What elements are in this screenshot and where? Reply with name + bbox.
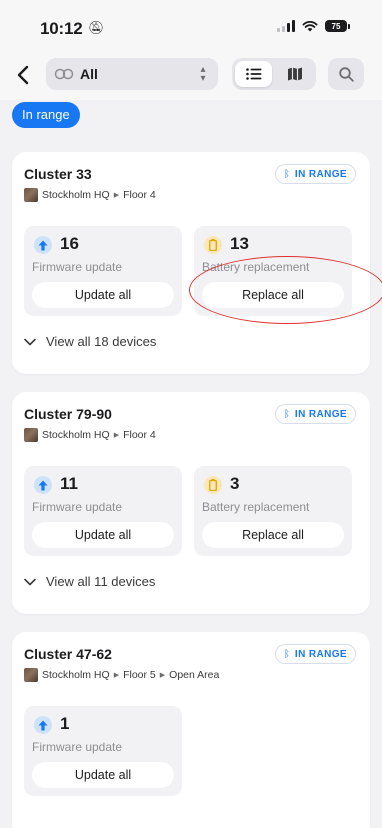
chevron-down-icon <box>24 578 36 585</box>
filter-select[interactable]: All ▴ ▾ <box>46 58 218 90</box>
firmware-label: Firmware update <box>32 740 123 754</box>
battery-tile: 13 Battery replacement Replace all <box>194 226 352 316</box>
search-button[interactable] <box>328 58 364 90</box>
replace-all-button[interactable]: Replace all <box>202 282 344 308</box>
site-thumbnail <box>24 428 38 442</box>
cluster-card: Cluster 33 ᛒ IN RANGE Stockholm HQ ▶ Flo… <box>12 152 370 374</box>
update-all-button[interactable]: Update all <box>32 282 174 308</box>
cluster-card: Cluster 47-62 ᛒ IN RANGE Stockholm HQ ▶ … <box>12 632 370 828</box>
badge-label: IN RANGE <box>294 168 347 180</box>
firmware-count: 1 <box>60 714 70 733</box>
chevron-left-icon <box>17 65 29 85</box>
update-all-button[interactable]: Update all <box>32 522 174 548</box>
firmware-label: Firmware update <box>32 500 123 514</box>
badge-label: IN RANGE <box>294 408 347 420</box>
battery-icon: 75 <box>325 20 350 32</box>
replace-all-button[interactable]: Replace all <box>202 522 344 548</box>
status-bar: 10:12 🔕︎ 75 <box>0 0 382 50</box>
chevron-up-down-icon: ▴ ▾ <box>200 64 206 84</box>
breadcrumb-separator-icon: ▶ <box>113 192 120 199</box>
nav-bar: All ▴ ▾ <box>0 50 382 100</box>
breadcrumb-site: Stockholm HQ <box>42 189 110 201</box>
devices-link-icon <box>54 68 74 80</box>
breadcrumb-area: Open Area <box>169 669 220 681</box>
breadcrumb-floor: Floor 4 <box>123 189 156 201</box>
breadcrumb-floor: Floor 4 <box>123 429 156 441</box>
arrow-up-icon <box>34 236 52 254</box>
search-icon <box>338 66 354 82</box>
silent-bell-icon: 🔕︎ <box>88 20 105 35</box>
view-all-devices-link[interactable]: View all 18 devices <box>24 334 156 349</box>
view-toggle <box>232 58 316 90</box>
update-all-button[interactable]: Update all <box>32 762 174 788</box>
location-breadcrumb: Stockholm HQ ▶ Floor 5 ▶ Open Area <box>24 668 219 682</box>
battery-label: Battery replacement <box>202 500 310 514</box>
bluetooth-icon: ᛒ <box>283 408 290 420</box>
cluster-title: Cluster 33 <box>24 166 92 182</box>
bluetooth-icon: ᛒ <box>283 168 290 180</box>
battery-level: 75 <box>325 20 347 32</box>
firmware-count: 16 <box>60 234 79 253</box>
chevron-down-icon <box>24 338 36 345</box>
cluster-card: Cluster 79-90 ᛒ IN RANGE Stockholm HQ ▶ … <box>12 392 370 614</box>
breadcrumb-floor: Floor 5 <box>123 669 156 681</box>
arrow-up-icon <box>34 476 52 494</box>
battery-label: Battery replacement <box>202 260 310 274</box>
list-icon <box>245 68 261 80</box>
firmware-tile: 16 Firmware update Update all <box>24 226 182 316</box>
status-badge: ᛒ IN RANGE <box>274 164 356 184</box>
arrow-up-icon <box>34 716 52 734</box>
filter-value: All <box>80 66 98 82</box>
site-thumbnail <box>24 188 38 202</box>
breadcrumb-separator-icon: ▶ <box>113 672 120 679</box>
firmware-count: 11 <box>60 474 78 493</box>
firmware-label: Firmware update <box>32 260 123 274</box>
battery-icon <box>204 236 222 254</box>
breadcrumb-site: Stockholm HQ <box>42 429 110 441</box>
battery-count: 3 <box>230 474 240 493</box>
view-all-label: View all 18 devices <box>46 334 157 349</box>
bluetooth-icon: ᛒ <box>283 648 290 660</box>
badge-label: IN RANGE <box>294 648 347 660</box>
site-thumbnail <box>24 668 38 682</box>
cluster-title: Cluster 47-62 <box>24 646 112 662</box>
status-badge: ᛒ IN RANGE <box>274 644 356 664</box>
breadcrumb-separator-icon: ▶ <box>159 672 166 679</box>
breadcrumb-site: Stockholm HQ <box>42 669 110 681</box>
view-all-devices-link[interactable]: View all 11 devices <box>24 574 155 589</box>
battery-count: 13 <box>230 234 249 253</box>
cellular-signal-icon <box>277 20 295 32</box>
map-view-button[interactable] <box>276 61 313 87</box>
view-all-label: View all 11 devices <box>46 574 156 589</box>
cluster-title: Cluster 79-90 <box>24 406 112 422</box>
in-range-chip[interactable]: In range <box>12 102 80 128</box>
firmware-tile: 11 Firmware update Update all <box>24 466 182 556</box>
status-badge: ᛒ IN RANGE <box>274 404 356 424</box>
breadcrumb-separator-icon: ▶ <box>113 432 120 439</box>
map-icon <box>287 67 302 81</box>
battery-tile: 3 Battery replacement Replace all <box>194 466 352 556</box>
location-breadcrumb: Stockholm HQ ▶ Floor 4 <box>24 188 156 202</box>
location-breadcrumb: Stockholm HQ ▶ Floor 4 <box>24 428 156 442</box>
list-view-button[interactable] <box>235 61 272 87</box>
status-time: 10:12 <box>40 19 83 38</box>
firmware-tile: 1 Firmware update Update all <box>24 706 182 796</box>
back-button[interactable] <box>12 62 34 88</box>
battery-icon <box>204 476 222 494</box>
wifi-icon <box>302 21 318 32</box>
